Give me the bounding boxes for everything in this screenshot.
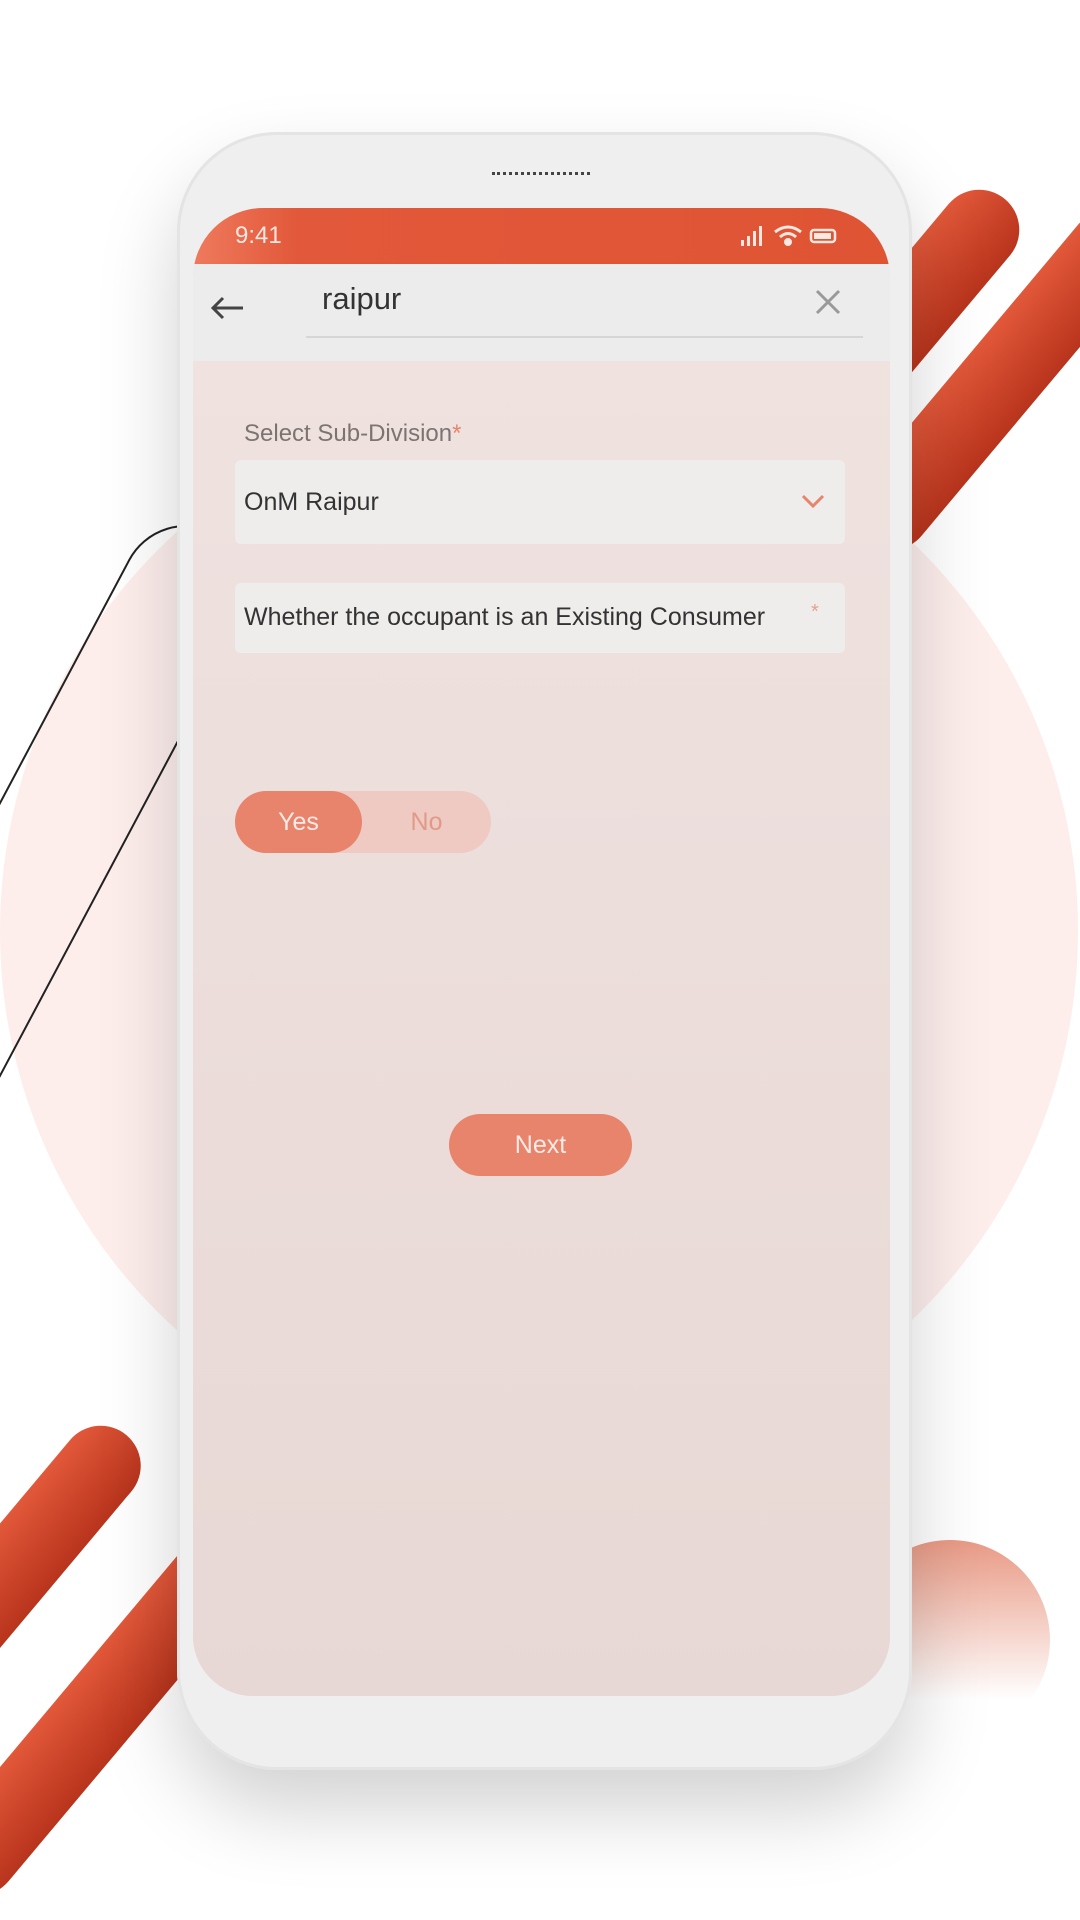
subdivision-label: Select Sub-Division* bbox=[244, 420, 462, 447]
close-icon[interactable] bbox=[815, 289, 841, 315]
wifi-icon bbox=[774, 225, 802, 246]
battery-icon bbox=[809, 228, 837, 244]
back-arrow-icon[interactable] bbox=[209, 294, 245, 322]
existing-consumer-question: Whether the occupant is an Existing Cons… bbox=[235, 583, 845, 653]
search-underline bbox=[306, 336, 863, 338]
toggle-no[interactable]: No bbox=[362, 791, 491, 853]
required-mark: * bbox=[811, 601, 819, 623]
signal-icon bbox=[741, 226, 762, 246]
status-time: 9:41 bbox=[235, 222, 282, 249]
chevron-down-icon bbox=[801, 494, 825, 509]
status-bar: 9:41 bbox=[193, 208, 890, 264]
next-button[interactable]: Next bbox=[449, 1114, 632, 1176]
yes-no-toggle: Yes No bbox=[235, 791, 491, 853]
form-content: Select Sub-Division* OnM Raipur Whether … bbox=[193, 361, 890, 1696]
question-text: Whether the occupant is an Existing Cons… bbox=[244, 603, 766, 631]
toggle-yes[interactable]: Yes bbox=[235, 791, 362, 853]
phone-screen: 9:41 raipur Select Sub-Division* OnM Rai… bbox=[193, 208, 890, 1696]
status-icons bbox=[741, 225, 837, 246]
speaker-grille bbox=[492, 172, 590, 176]
search-header: raipur bbox=[193, 264, 890, 361]
subdivision-value: OnM Raipur bbox=[244, 488, 379, 516]
search-input[interactable]: raipur bbox=[322, 281, 401, 317]
subdivision-dropdown[interactable]: OnM Raipur bbox=[235, 460, 845, 544]
